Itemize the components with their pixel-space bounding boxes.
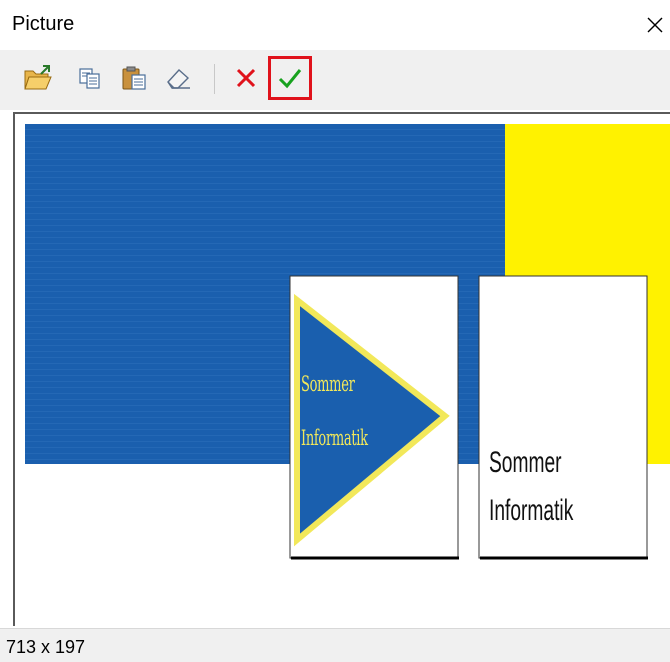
clear-button[interactable] bbox=[162, 62, 194, 94]
copy-icon bbox=[79, 68, 100, 89]
cancel-button[interactable] bbox=[230, 62, 262, 94]
ok-button[interactable] bbox=[268, 56, 312, 100]
title-bar: Picture bbox=[0, 0, 670, 50]
folder-open-icon bbox=[24, 65, 52, 90]
status-bar: 713 x 197 bbox=[0, 628, 670, 662]
paste-button[interactable] bbox=[118, 62, 150, 94]
logo-left-line1: Sommer bbox=[301, 372, 355, 396]
logo-right-line1: Sommer bbox=[489, 446, 562, 479]
copy-button[interactable] bbox=[74, 62, 106, 94]
open-button[interactable] bbox=[22, 62, 54, 94]
picture-image: Sommer Informatik Sommer Informatik bbox=[25, 124, 670, 624]
picture-canvas: Sommer Informatik Sommer Informatik bbox=[13, 112, 670, 626]
picture-dialog: Picture Sommer Informatik Sommer Informa… bbox=[0, 0, 670, 662]
toolbar-separator bbox=[214, 64, 215, 94]
logo-left-line2: Informatik bbox=[301, 426, 368, 450]
image-dimensions: 713 x 197 bbox=[6, 637, 86, 657]
close-button[interactable] bbox=[640, 6, 670, 44]
paste-icon bbox=[122, 66, 146, 90]
window-title: Picture bbox=[12, 13, 75, 35]
logo-right-line2: Informatik bbox=[489, 494, 574, 527]
eraser-icon bbox=[167, 69, 190, 89]
red-x-icon bbox=[236, 68, 256, 88]
toolbar bbox=[0, 50, 670, 110]
close-icon bbox=[647, 17, 663, 33]
green-check-icon bbox=[278, 69, 302, 89]
